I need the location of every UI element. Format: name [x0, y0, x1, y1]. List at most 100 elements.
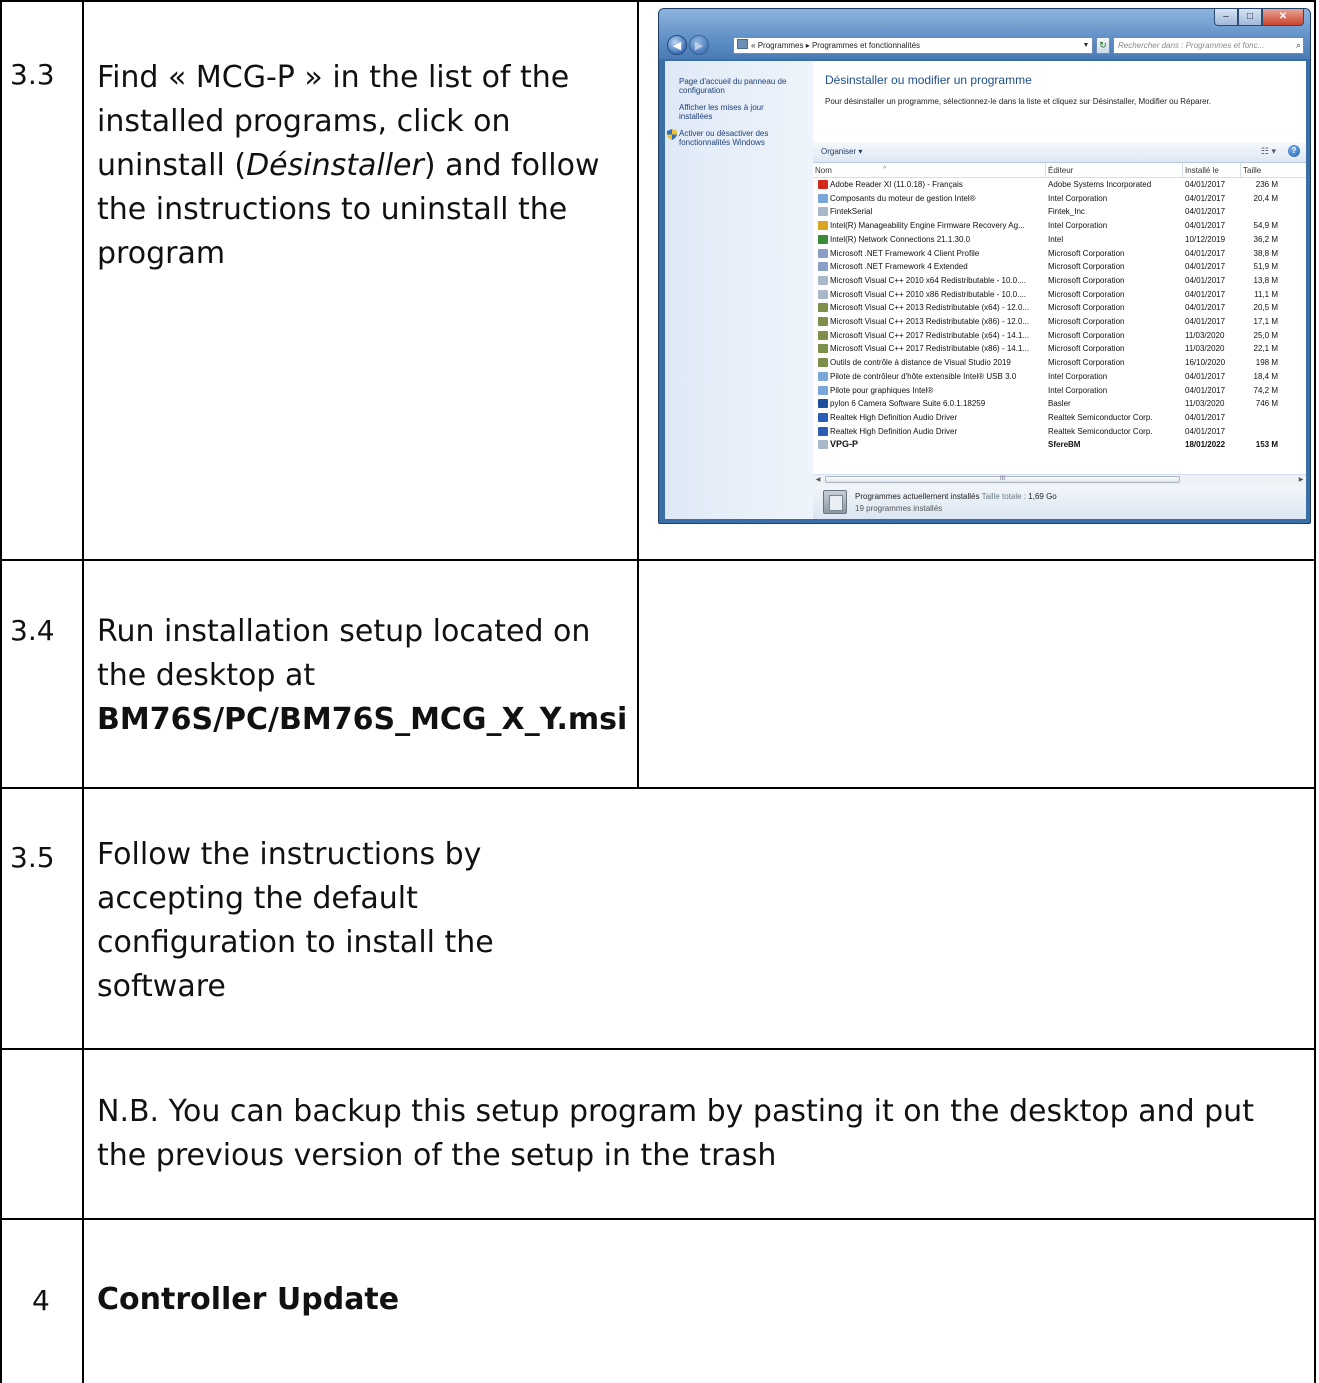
program-row[interactable]: Intel(R) Network Connections 21.1.30.0 In…: [813, 233, 1306, 247]
program-publisher: Microsoft Corporation: [1048, 358, 1125, 368]
column-separator[interactable]: [1182, 163, 1183, 177]
program-row[interactable]: Microsoft Visual C++ 2017 Redistributabl…: [813, 329, 1306, 343]
organize-button[interactable]: Organiser ▾: [821, 147, 862, 156]
program-install-date: 04/01/2017: [1185, 412, 1226, 422]
program-publisher: Intel Corporation: [1048, 193, 1108, 203]
program-size: 746 M: [1255, 399, 1278, 409]
link-control-panel-home[interactable]: Page d'accueil du panneau de configurati…: [679, 77, 809, 95]
program-row[interactable]: Microsoft Visual C++ 2013 Redistributabl…: [813, 315, 1306, 329]
column-divider: [82, 0, 84, 1383]
program-row[interactable]: Adobe Reader XI (11.0.18) - Français Adob…: [813, 178, 1306, 192]
breadcrumb-programmes[interactable]: Programmes: [758, 41, 804, 50]
section-number: 4: [32, 1284, 50, 1317]
installer-icon: [818, 317, 828, 326]
adobe-icon: [818, 180, 828, 189]
program-row[interactable]: Pilote de contrôleur d'hôte extensible I…: [813, 370, 1306, 384]
search-icon[interactable]: ⌕: [1296, 38, 1301, 53]
program-row[interactable]: Composants du moteur de gestion Intel® In…: [813, 192, 1306, 206]
breadcrumb-separator: ▸: [805, 41, 810, 50]
scroll-right-icon[interactable]: ▶: [1296, 475, 1306, 485]
link-windows-features[interactable]: Activer ou désactiver des fonctionnalité…: [679, 129, 804, 147]
program-install-date: 11/03/2020: [1185, 344, 1225, 354]
program-install-date: 04/01/2017: [1185, 426, 1226, 436]
column-installed-on[interactable]: Installé le: [1185, 166, 1219, 175]
minimize-icon[interactable]: –: [1214, 9, 1238, 26]
programs-features-window: – □ ✕ ◀ ▶ « Programmes ▸ Programmes et f…: [658, 8, 1311, 524]
program-name: Microsoft Visual C++ 2013 Redistributabl…: [830, 303, 1030, 313]
program-row[interactable]: Realtek High Definition Audio Driver Real…: [813, 425, 1306, 439]
program-row[interactable]: Microsoft Visual C++ 2010 x86 Redistribu…: [813, 288, 1306, 302]
program-publisher: Realtek Semiconductor Corp.: [1048, 412, 1153, 422]
address-bar[interactable]: « Programmes ▸ Programmes et fonctionnal…: [733, 37, 1093, 54]
column-header: ^ Nom Éditeur Installé le Taille: [813, 163, 1306, 178]
link-view-updates[interactable]: Afficher les mises à jour installées: [679, 103, 789, 121]
pylon-icon: [818, 399, 828, 409]
program-size: 13,8 M: [1253, 275, 1278, 285]
program-row[interactable]: Outils de contrôle à distance de Visual …: [813, 356, 1306, 370]
maximize-icon[interactable]: □: [1238, 9, 1262, 26]
program-publisher: Fintek_Inc: [1048, 207, 1085, 217]
app-window-icon: [818, 275, 828, 285]
app-window-icon: [818, 289, 828, 299]
breadcrumb-current[interactable]: Programmes et fonctionnalités: [812, 41, 920, 50]
program-publisher: Intel Corporation: [1048, 371, 1108, 381]
chevron-down-icon[interactable]: ▼: [1080, 38, 1092, 53]
program-row[interactable]: Intel(R) Manageability Engine Firmware R…: [813, 219, 1306, 233]
close-icon[interactable]: ✕: [1262, 9, 1304, 26]
table-border-top: [0, 0, 1316, 2]
program-row[interactable]: Microsoft Visual C++ 2010 x64 Redistribu…: [813, 274, 1306, 288]
section-title: Controller Update: [97, 1282, 400, 1317]
horizontal-scrollbar[interactable]: ◀ III ▶: [813, 474, 1306, 485]
column-separator[interactable]: [1240, 163, 1241, 177]
document-table: 3.3 Find « MCG-P » in the list of the in…: [0, 0, 1319, 1383]
refresh-icon[interactable]: ↻: [1096, 37, 1110, 54]
program-name: Intel(R) Manageability Engine Firmware R…: [830, 221, 1025, 231]
help-icon[interactable]: ?: [1288, 145, 1300, 157]
program-publisher: Intel Corporation: [1048, 385, 1108, 395]
network-icon: [818, 234, 828, 244]
file-path: BM76S/PC/BM76S_MCG_X_Y.msi: [97, 702, 628, 737]
scrollbar-thumb[interactable]: III: [825, 476, 1180, 483]
uac-shield-icon: [667, 129, 677, 140]
program-row[interactable]: VPG-P SfereBM 18/01/2022 153 M: [813, 438, 1306, 452]
scroll-left-icon[interactable]: ◀: [813, 475, 823, 485]
program-name: Microsoft Visual C++ 2017 Redistributabl…: [830, 330, 1030, 340]
program-publisher: Microsoft Corporation: [1048, 330, 1125, 340]
details-size-value: 1,69 Go: [1028, 492, 1057, 501]
forward-arrow-icon[interactable]: ▶: [689, 35, 709, 55]
command-bar: Organiser ▾ ☷ ▾ ?: [813, 142, 1306, 163]
program-row[interactable]: Realtek High Definition Audio Driver Real…: [813, 411, 1306, 425]
program-size: 22,1 M: [1253, 344, 1278, 354]
table-border-right: [1314, 0, 1316, 1383]
column-separator[interactable]: [1045, 163, 1046, 177]
window-controls: – □ ✕: [1214, 9, 1304, 27]
program-row[interactable]: pylon 6 Camera Software Suite 6.0.1.1825…: [813, 397, 1306, 411]
step-text: Find « MCG-P » in the list of the instal…: [97, 56, 627, 276]
program-row[interactable]: Microsoft Visual C++ 2017 Redistributabl…: [813, 342, 1306, 356]
realtek-icon: [818, 412, 828, 422]
program-publisher: SfereBM: [1048, 440, 1081, 450]
program-size: 17,1 M: [1253, 317, 1278, 326]
back-arrow-icon[interactable]: ◀: [667, 35, 687, 55]
program-row[interactable]: Microsoft Visual C++ 2013 Redistributabl…: [813, 301, 1306, 315]
program-publisher: Intel: [1048, 234, 1064, 244]
program-publisher: Microsoft Corporation: [1048, 344, 1125, 354]
program-name: Realtek High Definition Audio Driver: [830, 412, 958, 422]
column-size[interactable]: Taille: [1243, 166, 1261, 175]
program-name: Microsoft .NET Framework 4 Extended: [830, 262, 968, 272]
program-row[interactable]: FintekSerial Fintek_Inc 04/01/2017: [813, 205, 1306, 219]
program-row[interactable]: Pilote pour graphiques Intel® Intel Corpo…: [813, 384, 1306, 398]
program-name: Microsoft Visual C++ 2017 Redistributabl…: [830, 344, 1030, 354]
view-options-icon[interactable]: ☷ ▾: [1261, 146, 1276, 157]
app-window-icon: [818, 440, 828, 450]
column-name[interactable]: Nom: [815, 166, 832, 175]
program-row[interactable]: Microsoft .NET Framework 4 Client Profil…: [813, 247, 1306, 261]
column-publisher[interactable]: Éditeur: [1048, 166, 1073, 175]
details-count: 19 programmes installés: [855, 504, 943, 513]
search-input[interactable]: Rechercher dans : Programmes et fonc... …: [1113, 37, 1304, 54]
table-border-left: [0, 0, 2, 1383]
program-publisher: Microsoft Corporation: [1048, 248, 1125, 258]
step-number: 3.5: [10, 841, 55, 874]
program-row[interactable]: Microsoft .NET Framework 4 Extended Micro…: [813, 260, 1306, 274]
address-prefix: «: [751, 41, 756, 50]
